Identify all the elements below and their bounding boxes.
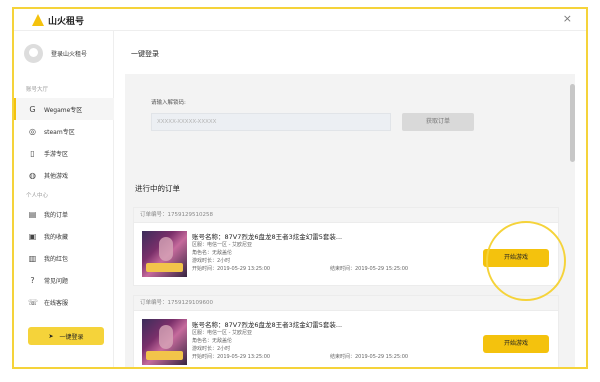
phone-icon: ▯: [30, 148, 35, 158]
unlock-code-input[interactable]: XXXXX-XXXXX-XXXXX: [151, 113, 391, 131]
sidebar-item-label: Wegame专区: [44, 106, 83, 114]
login-label: 登录山火租号: [51, 51, 88, 58]
order-duration: 游戏时长：2小时: [192, 258, 231, 264]
steam-icon: ◎: [29, 126, 36, 136]
sidebar-item-steam[interactable]: ◎ steam专区: [14, 120, 114, 142]
sidebar-item-wegame[interactable]: G Wegame专区: [14, 98, 114, 120]
order-duration: 游戏时长：2小时: [192, 346, 231, 352]
account-name: 账号名称：87V7烈龙6盘龙8王者3炫金幻雷5套装...: [192, 233, 343, 241]
sidebar-item-redpackets[interactable]: ▥ 我的红包: [14, 247, 114, 269]
close-button[interactable]: ×: [563, 12, 572, 25]
scroll-thumb[interactable]: [570, 84, 575, 162]
sidebar-item-service[interactable]: ☏ 在线客服: [14, 291, 114, 313]
order-number: 订单编号：1759129109600: [134, 296, 558, 311]
start-game-button[interactable]: 开始游戏: [483, 335, 549, 353]
app-logo: 山火租号: [32, 13, 84, 27]
order-end-time: 结束时间：2019-05-29 15:25:00: [330, 354, 409, 360]
sidebar-item-faq[interactable]: ? 常见问题: [14, 269, 114, 291]
game-cover-image: [142, 231, 187, 277]
order-end-time: 结束时间：2019-05-29 15:25:00: [330, 266, 409, 272]
sidebar-item-label: 其他游戏: [44, 172, 69, 180]
service-icon: ☏: [28, 297, 39, 307]
sidebar-item-label: 手游专区: [44, 150, 69, 158]
page-title: 一键登录: [131, 50, 159, 58]
game-cover-image: [142, 319, 187, 365]
order-region: 区服：电信一区 - 艾欧尼亚: [192, 242, 252, 248]
favorite-icon: ▣: [28, 231, 37, 241]
sidebar-item-label: 在线客服: [44, 299, 69, 307]
scrollbar[interactable]: [570, 74, 575, 367]
order-region: 区服：电信一区 - 艾欧尼亚: [192, 330, 252, 336]
sidebar-item-label: 我的收藏: [44, 233, 69, 241]
gamepad-icon: ◍: [29, 170, 36, 180]
sidebar-item-label: 常见问题: [44, 277, 69, 285]
sidebar-item-label: 我的红包: [44, 255, 69, 263]
send-icon: ➤: [48, 332, 54, 340]
unlock-code-label: 请输入解锁码:: [151, 100, 186, 106]
sidebar-item-label: 我的订单: [44, 211, 69, 219]
sidebar: 登录山火租号 账号大厅 G Wegame专区 ◎ steam专区 ▯ 手游专区 …: [14, 31, 114, 367]
order-card: 订单编号：1759129109600 账号名称：87V7烈龙6盘龙8王者3炫金幻…: [133, 295, 559, 367]
titlebar: 山火租号 ×: [14, 9, 586, 31]
order-role: 角色名：无敌盖伦: [192, 250, 233, 256]
highlight-circle: [486, 221, 566, 301]
sidebar-item-label: steam专区: [44, 128, 75, 136]
main-content: 一键登录 请输入解锁码: XXXXX-XXXXX-XXXXX 获取订单 进行中的…: [115, 31, 586, 367]
get-order-button[interactable]: 获取订单: [402, 113, 474, 131]
order-number: 订单编号：1759129510258: [134, 208, 558, 223]
sidebar-item-orders[interactable]: ▤ 我的订单: [14, 203, 114, 225]
app-window: 山火租号 × 登录山火租号 账号大厅 G Wegame专区 ◎ steam专区 …: [12, 7, 588, 369]
section-account-hall: 账号大厅: [26, 87, 49, 93]
flame-logo-icon: [32, 14, 44, 26]
order-icon: ▤: [28, 209, 37, 219]
quick-login-label: 一键登录: [59, 333, 84, 341]
login-entry[interactable]: 登录山火租号: [24, 44, 87, 63]
app-name: 山火租号: [48, 16, 85, 27]
orders-title: 进行中的订单: [135, 184, 180, 193]
avatar: [24, 44, 43, 63]
section-personal-center: 个人中心: [26, 193, 49, 199]
redpacket-icon: ▥: [28, 253, 37, 263]
wegame-icon: G: [29, 104, 36, 114]
sidebar-item-mobile[interactable]: ▯ 手游专区: [14, 142, 114, 164]
sidebar-item-favorites[interactable]: ▣ 我的收藏: [14, 225, 114, 247]
account-name: 账号名称：87V7烈龙6盘龙8王者3炫金幻雷5套装...: [192, 321, 343, 329]
question-icon: ?: [30, 275, 35, 285]
order-start-time: 开始时间：2019-05-29 13:25:00: [192, 354, 271, 360]
quick-login-button[interactable]: ➤ 一键登录: [28, 327, 104, 345]
order-start-time: 开始时间：2019-05-29 13:25:00: [192, 266, 271, 272]
order-role: 角色名：无敌盖伦: [192, 338, 233, 344]
sidebar-item-other[interactable]: ◍ 其他游戏: [14, 164, 114, 186]
